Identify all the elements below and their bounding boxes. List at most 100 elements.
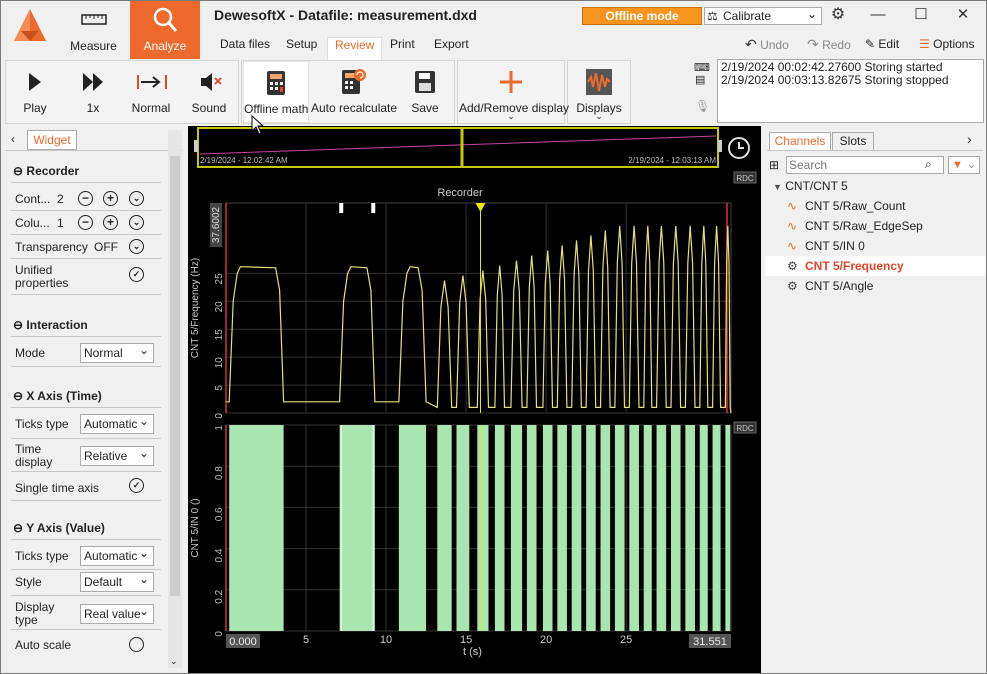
x-tick-label: 10 xyxy=(380,634,392,646)
mode-label: Mode xyxy=(15,346,46,360)
digital-high-segment xyxy=(557,425,567,631)
tab-data-files[interactable]: Data files xyxy=(213,37,277,59)
interaction-section-header[interactable]: ⊖ Interaction xyxy=(13,318,88,332)
channel-item[interactable]: ∿ CNT 5/IN 0 xyxy=(765,236,985,256)
minus-icon[interactable]: − xyxy=(78,191,93,206)
y-axis-section-header[interactable]: ⊖ Y Axis (Value) xyxy=(13,521,105,535)
edit-button[interactable]: ✎ Edit xyxy=(865,36,899,52)
y-ticks-type-value: Automatic xyxy=(84,549,138,563)
scroll-down-icon[interactable]: ⌄ xyxy=(170,656,178,667)
y-ticks-type-select[interactable]: Automatic xyxy=(80,544,154,566)
collapse-icon: ⊖ xyxy=(13,389,24,403)
play-label: Play xyxy=(23,101,47,115)
divider xyxy=(11,629,161,630)
chevron-down-icon[interactable]: ⌄ xyxy=(129,239,144,254)
undo-button[interactable]: ↶ Undo xyxy=(745,36,789,52)
columns-value: 1 xyxy=(57,216,64,230)
display-type-select[interactable]: Real value xyxy=(80,602,154,624)
style-select[interactable]: Default xyxy=(80,570,154,592)
scrollbar-thumb[interactable] xyxy=(170,156,180,596)
collapse-left-panel-icon[interactable]: ‹ xyxy=(11,132,15,146)
waveform-icon: ∿ xyxy=(787,199,798,213)
dewesoft-logo xyxy=(1,1,61,59)
auto-recalculate-button[interactable]: Auto recalculate xyxy=(311,61,397,123)
offline-mode-badge[interactable]: Offline mode xyxy=(582,7,702,25)
tab-setup[interactable]: Setup xyxy=(279,37,324,59)
gear-icon: ⚙ xyxy=(787,279,798,293)
channel-search-input[interactable] xyxy=(786,156,944,174)
overview-strip[interactable]: 2/19/2024 - 12:02:42 AM 2/19/2024 - 12:03… xyxy=(188,126,761,169)
tab-slots[interactable]: Slots xyxy=(832,132,874,150)
frequency-chart[interactable]: 0 5 10 15 20 25 CNT 5/Frequency (Hz) RDC Recorde… xyxy=(188,169,761,418)
y-tick-label: 0 xyxy=(214,631,225,637)
auto-scale-radio[interactable] xyxy=(129,637,144,652)
rdc-badge: RDC xyxy=(736,424,754,433)
digital-high-segment xyxy=(494,425,505,631)
offline-math-button[interactable]: Offline math xyxy=(243,61,309,123)
waveform-icon: ∿ xyxy=(787,219,798,233)
redo-label: Redo xyxy=(822,38,851,52)
maximize-button[interactable]: ☐ xyxy=(906,5,936,25)
plus-icon[interactable]: + xyxy=(103,191,118,206)
redo-button[interactable]: ↷ Redo xyxy=(807,36,851,52)
overview-handle-right xyxy=(718,140,722,152)
expand-right-panel-icon[interactable]: › xyxy=(967,131,972,147)
channel-item[interactable]: ⚙ CNT 5/Angle xyxy=(765,276,985,296)
microphone-icon[interactable]: 🎙 xyxy=(695,99,710,113)
normal-button[interactable]: Normal xyxy=(123,61,179,123)
tab-channels[interactable]: Channels xyxy=(769,132,831,150)
filter-icon: ▼ xyxy=(952,159,963,171)
tab-print[interactable]: Print xyxy=(383,37,422,59)
channel-item[interactable]: ∿ CNT 5/Raw_Count xyxy=(765,196,985,216)
digital-input-chart[interactable]: 0 0.2 0.4 0.6 0.8 1 CNT 5/IN 0 () RDC 5 10 15 20 25 0… xyxy=(188,419,761,673)
channel-item-selected[interactable]: ⚙ CNT 5/Frequency xyxy=(765,256,985,276)
x-axis-section-header[interactable]: ⊖ X Axis (Time) xyxy=(13,389,102,403)
analyze-mode-button[interactable]: Analyze xyxy=(130,1,200,59)
calibrate-dropdown[interactable]: ⚖ Calibrate ⌄ xyxy=(704,7,822,25)
minimize-button[interactable]: — xyxy=(863,5,893,25)
tab-widget[interactable]: Widget xyxy=(27,130,77,150)
mode-select[interactable]: Normal xyxy=(80,341,154,363)
chevron-down-icon[interactable]: ⌄ xyxy=(129,215,144,230)
minus-icon[interactable]: − xyxy=(78,215,93,230)
tree-view-icon[interactable]: ⊞ xyxy=(769,158,779,172)
channel-group[interactable]: ▼ CNT/CNT 5 xyxy=(773,179,848,193)
notes-icon[interactable]: ▤ xyxy=(695,73,705,86)
divider xyxy=(11,407,161,408)
time-display-select[interactable]: Relative xyxy=(80,444,154,466)
digital-high-segment xyxy=(477,425,489,631)
y-axis-title: Y Axis (Value) xyxy=(26,521,105,535)
search-icon[interactable]: ⌕ xyxy=(925,157,932,172)
channel-label: CNT 5/Angle xyxy=(805,279,874,293)
displays-button[interactable]: Displays ⌄ xyxy=(569,61,629,123)
speed-button[interactable]: 1x xyxy=(65,61,121,123)
digital-high-segment xyxy=(398,425,427,631)
checkmark-icon[interactable]: ✓ xyxy=(129,267,144,282)
digital-high-segment xyxy=(339,425,375,631)
filter-dropdown[interactable]: ▼ ⌄ xyxy=(948,156,980,174)
play-button[interactable]: Play xyxy=(7,61,63,123)
offline-math-label: Offline math xyxy=(244,102,309,116)
left-panel-scrollbar[interactable]: ⌄ xyxy=(168,130,182,668)
add-remove-display-button[interactable]: Add/Remove display ⌄ xyxy=(459,61,569,123)
plus-icon[interactable]: + xyxy=(103,215,118,230)
measure-mode-button[interactable]: Measure xyxy=(61,1,126,59)
tab-export[interactable]: Export xyxy=(427,37,476,59)
display-type-label: Display type xyxy=(15,600,55,627)
options-button[interactable]: ☰ Options xyxy=(919,36,974,52)
window-title: DewesoftX - Datafile: measurement.dxd xyxy=(214,7,477,23)
recorder-section-header[interactable]: ⊖ Recorder xyxy=(13,164,79,178)
sound-button[interactable]: Sound xyxy=(181,61,237,123)
settings-gear-icon[interactable]: ⚙ xyxy=(823,5,853,25)
x-ticks-type-select[interactable]: Automatic xyxy=(80,412,154,434)
channel-item[interactable]: ∿ CNT 5/Raw_EdgeSep xyxy=(765,216,985,236)
tab-review[interactable]: Review xyxy=(327,37,383,60)
save-button[interactable]: Save xyxy=(397,61,453,123)
chevron-down-icon[interactable]: ⌄ xyxy=(129,191,144,206)
close-button[interactable]: ✕ xyxy=(948,5,978,25)
collapse-icon: ⊖ xyxy=(13,318,24,332)
digital-high-segment xyxy=(725,425,731,631)
recorder-display[interactable]: 2/19/2024 - 12:02:42 AM 2/19/2024 - 12:03… xyxy=(188,126,761,673)
checkmark-icon[interactable]: ✓ xyxy=(129,478,144,493)
clock-icon[interactable] xyxy=(727,136,751,163)
